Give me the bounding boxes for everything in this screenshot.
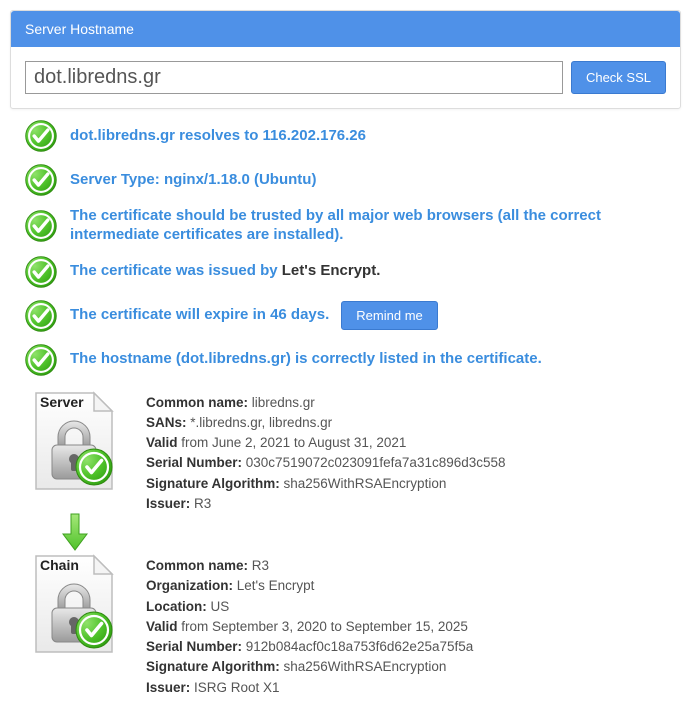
result-text: The certificate will expire in 46 days.: [70, 306, 329, 325]
check-icon: [24, 119, 58, 153]
cert-icon: Server: [28, 387, 122, 515]
results-list: dot.libredns.gr resolves to 116.202.176.…: [0, 109, 691, 698]
cert-badge-label: Chain: [40, 557, 79, 573]
lock-document-icon: Server: [28, 387, 122, 495]
check-icon: [24, 209, 58, 243]
result-text: Server Type: nginx/1.18.0 (Ubuntu): [70, 171, 316, 190]
cert-badge-label: Server: [40, 394, 84, 410]
chain-cert-details: Common name: R3 Organization: Let's Encr…: [146, 550, 473, 698]
server-cert-block: Server Common name: libredns.gr SANs: *.…: [28, 387, 681, 515]
check-icon: [24, 163, 58, 197]
chain-arrow: [28, 512, 122, 552]
server-cert-details: Common name: libredns.gr SANs: *.libredn…: [146, 387, 506, 515]
check-icon: [24, 255, 58, 289]
hostname-input[interactable]: [25, 61, 563, 94]
hostname-panel: Server Hostname Check SSL: [10, 10, 681, 109]
result-text: The hostname (dot.libredns.gr) is correc…: [70, 350, 542, 369]
panel-body: Check SSL: [11, 47, 680, 108]
arrow-down-icon: [60, 512, 90, 552]
check-icon: [24, 299, 58, 333]
remind-me-button[interactable]: Remind me: [341, 301, 437, 330]
result-issued-by: The certificate was issued by Let's Encr…: [24, 255, 681, 289]
result-server-type: Server Type: nginx/1.18.0 (Ubuntu): [24, 163, 681, 197]
panel-title: Server Hostname: [11, 11, 680, 47]
chain-cert-block: Chain Common name: R3 Organization: Let'…: [28, 550, 681, 698]
check-ssl-button[interactable]: Check SSL: [571, 61, 666, 94]
result-text: The certificate should be trusted by all…: [70, 207, 681, 245]
lock-document-icon: Chain: [28, 550, 122, 658]
check-icon: [24, 343, 58, 377]
result-hostname-listed: The hostname (dot.libredns.gr) is correc…: [24, 343, 681, 377]
result-text: The certificate was issued by Let's Encr…: [70, 262, 380, 281]
cert-icon: Chain: [28, 550, 122, 698]
result-expire: The certificate will expire in 46 days. …: [24, 299, 681, 333]
result-resolves: dot.libredns.gr resolves to 116.202.176.…: [24, 119, 681, 153]
result-trusted: The certificate should be trusted by all…: [24, 207, 681, 245]
result-text: dot.libredns.gr resolves to 116.202.176.…: [70, 127, 366, 146]
